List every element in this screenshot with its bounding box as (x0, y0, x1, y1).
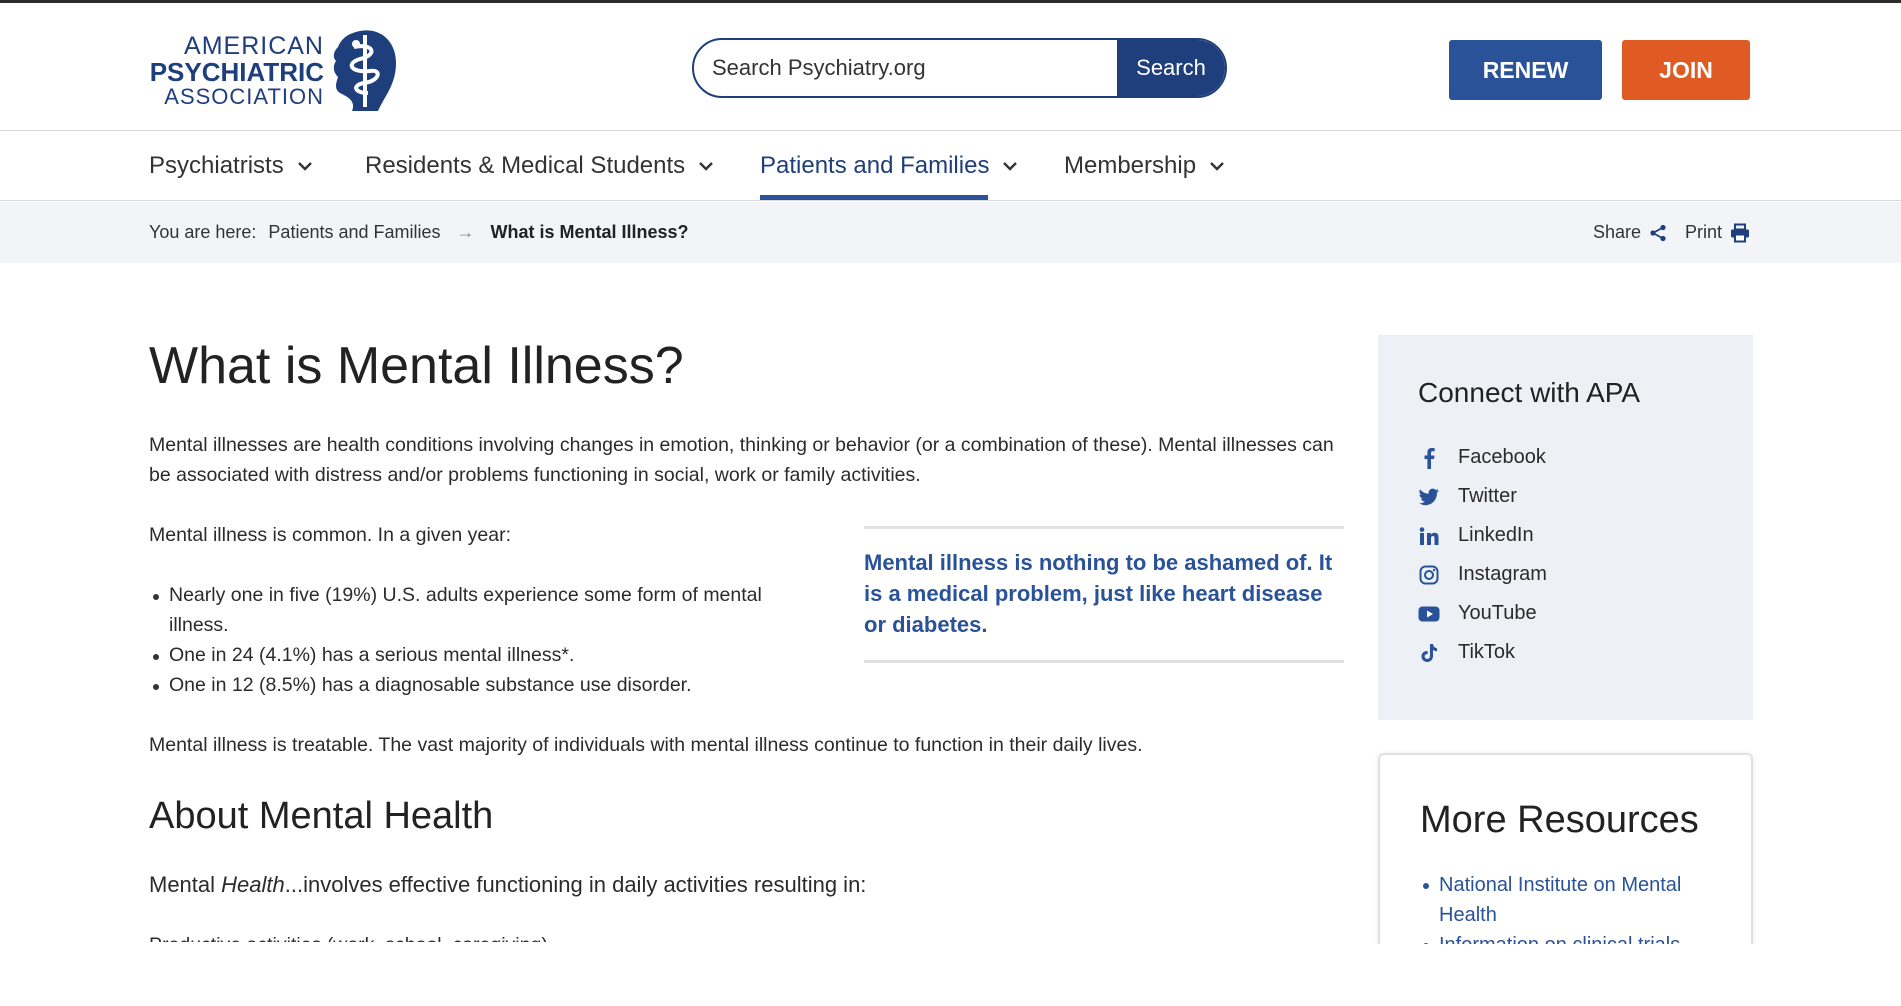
common-paragraph: Mental illness is common. In a given yea… (149, 524, 511, 546)
resources-title: More Resources (1420, 799, 1699, 841)
apa-logo[interactable]: AMERICAN PSYCHIATRIC ASSOCIATION (148, 27, 408, 113)
social-link-linkedin[interactable]: LinkedIn (1418, 516, 1547, 555)
nav-label: Psychiatrists (149, 152, 284, 179)
partial-list-item: Productive activities (work, school, car… (149, 930, 749, 942)
chevron-down-icon (1003, 162, 1018, 171)
share-label: Share (1592, 222, 1641, 242)
breadcrumb-separator-icon: → (456, 222, 475, 242)
logo-line-2: PSYCHIATRIC (149, 57, 324, 87)
youtube-icon (1418, 603, 1440, 625)
social-label: YouTube (1458, 602, 1537, 624)
list-item: One in 24 (4.1%) has a serious mental il… (149, 640, 799, 670)
mh-suffix: ...involves effective functioning in dai… (284, 872, 867, 897)
resource-link[interactable]: National Institute on Mental Health (1420, 870, 1720, 930)
apa-caduceus-icon (333, 30, 396, 111)
main-content: What is Mental Illness? Mental illnesses… (149, 330, 1344, 942)
facebook-icon (1418, 447, 1440, 469)
breadcrumb-link[interactable]: Patients and Families (268, 222, 440, 243)
treatable-paragraph: Mental illness is treatable. The vast ma… (149, 734, 1143, 756)
stats-list: Nearly one in five (19%) U.S. adults exp… (149, 580, 799, 700)
social-link-facebook[interactable]: Facebook (1418, 438, 1547, 477)
more-resources-panel: More Resources National Institute on Men… (1378, 753, 1753, 963)
site-header: AMERICAN PSYCHIATRIC ASSOCIATION Search … (0, 3, 1901, 131)
breadcrumb: You are here: Patients and Families → Wh… (149, 202, 689, 263)
chevron-down-icon (699, 162, 714, 171)
mh-prefix: Mental (149, 872, 222, 897)
search-button[interactable]: Search (1117, 40, 1225, 96)
social-link-youtube[interactable]: YouTube (1418, 594, 1547, 633)
nav-item-membership[interactable]: Membership (1064, 131, 1224, 201)
social-link-tiktok[interactable]: TikTok (1418, 633, 1547, 672)
logo-line-1: AMERICAN (184, 32, 324, 60)
social-label: Instagram (1458, 563, 1547, 585)
linkedin-icon (1418, 525, 1440, 547)
chevron-down-icon (1210, 162, 1224, 171)
logo-wordmark: AMERICAN PSYCHIATRIC ASSOCIATION (148, 33, 324, 109)
nav-item-patients-families[interactable]: Patients and Families (760, 131, 1018, 201)
social-link-twitter[interactable]: Twitter (1418, 477, 1547, 516)
active-nav-indicator (760, 195, 988, 200)
print-icon (1731, 223, 1749, 242)
instagram-icon (1418, 564, 1440, 586)
list-item: One in 12 (8.5%) has a diagnosable subst… (149, 670, 799, 700)
list-item: Nearly one in five (19%) U.S. adults exp… (149, 580, 799, 640)
mental-health-paragraph: Mental Health...involves effective funct… (149, 870, 866, 900)
breadcrumb-current: What is Mental Illness? (490, 222, 689, 242)
mh-italic: Health (221, 872, 285, 897)
nav-label: Residents & Medical Students (365, 152, 686, 179)
viewport-bottom-margin (0, 944, 1901, 1006)
site-search: Search (692, 38, 1227, 98)
pull-quote: Mental illness is nothing to be ashamed … (864, 526, 1344, 663)
print-button[interactable]: Print (1685, 222, 1750, 243)
social-label: Twitter (1458, 485, 1517, 507)
connect-title: Connect with APA (1418, 377, 1641, 408)
chevron-down-icon (297, 162, 312, 171)
page-title: What is Mental Illness? (149, 337, 684, 395)
renew-button[interactable]: RENEW (1449, 40, 1602, 100)
social-label: LinkedIn (1458, 524, 1534, 546)
search-input[interactable] (694, 40, 1117, 96)
connect-panel: Connect with APA Facebook Twitter Linked… (1378, 335, 1753, 720)
breadcrumb-bar: You are here: Patients and Families → Wh… (0, 202, 1901, 263)
social-label: TikTok (1458, 641, 1516, 663)
nav-item-residents[interactable]: Residents & Medical Students (365, 131, 714, 201)
nav-label: Patients and Families (760, 152, 990, 179)
twitter-icon (1418, 486, 1440, 508)
breadcrumb-prefix: You are here: (149, 222, 257, 242)
social-list: Facebook Twitter LinkedIn Instagram YouT… (1418, 438, 1547, 672)
tiktok-icon (1418, 642, 1440, 664)
share-icon (1650, 224, 1666, 241)
page-tools: Share Print (1575, 202, 1750, 263)
nav-label: Membership (1064, 152, 1197, 179)
social-label: Facebook (1458, 446, 1546, 468)
about-heading: About Mental Health (149, 795, 494, 837)
share-button[interactable]: Share (1593, 222, 1667, 243)
social-link-instagram[interactable]: Instagram (1418, 555, 1547, 594)
print-label: Print (1684, 222, 1722, 242)
logo-line-3: ASSOCIATION (164, 84, 324, 109)
join-button[interactable]: JOIN (1622, 40, 1750, 100)
main-nav: Psychiatrists Residents & Medical Studen… (0, 131, 1901, 201)
nav-item-psychiatrists[interactable]: Psychiatrists (149, 131, 312, 201)
intro-paragraph: Mental illnesses are health conditions i… (149, 434, 1334, 486)
